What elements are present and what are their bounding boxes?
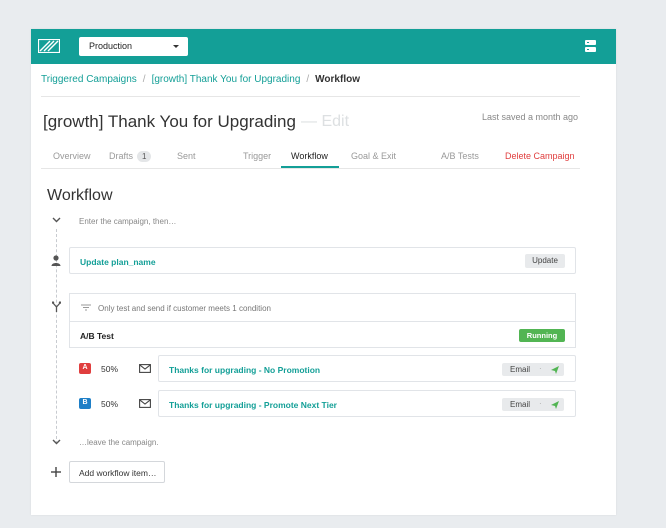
breadcrumb-link-triggered-campaigns[interactable]: Triggered Campaigns <box>41 74 137 85</box>
variant-a-email-type: Email · <box>502 363 564 376</box>
filter-icon <box>81 304 91 311</box>
chevron-down-icon[interactable] <box>52 217 61 223</box>
divider <box>41 96 580 97</box>
update-attribute-step[interactable]: Update plan_name Update <box>69 247 576 274</box>
plus-icon[interactable] <box>51 467 61 477</box>
separator-dot: · <box>539 399 542 408</box>
tab-ab-tests[interactable]: A/B Tests <box>441 151 479 161</box>
running-status-badge: Running <box>519 329 565 342</box>
breadcrumb-separator: / <box>306 74 310 85</box>
breadcrumb-link-campaign[interactable]: [growth] Thank You for Upgrading <box>152 74 301 85</box>
ab-test-header[interactable]: A/B Test Running <box>69 321 576 348</box>
server-icon[interactable] <box>585 40 596 52</box>
update-button[interactable]: Update <box>525 254 565 268</box>
envelope-icon <box>139 399 151 408</box>
environment-select[interactable]: Production <box>79 37 188 56</box>
chevron-down-icon[interactable] <box>52 439 61 445</box>
environment-select-value: Production <box>89 41 133 51</box>
workflow-heading: Workflow <box>47 187 113 204</box>
tab-workflow[interactable]: Workflow <box>291 151 328 161</box>
split-icon <box>52 301 61 312</box>
caret-down-icon <box>173 45 179 48</box>
update-attribute-link[interactable]: Update plan_name <box>80 257 156 267</box>
separator-dot: · <box>539 364 542 373</box>
top-bar: Production <box>31 29 616 64</box>
ab-test-condition-text: Only test and send if customer meets 1 c… <box>98 304 271 313</box>
ab-test-label: A/B Test <box>80 331 114 341</box>
tab-trigger[interactable]: Trigger <box>243 151 271 161</box>
variant-a-email-link[interactable]: Thanks for upgrading - No Promotion <box>169 365 320 375</box>
tab-drafts[interactable]: Drafts 1 <box>109 151 152 162</box>
tab-goal-exit[interactable]: Goal & Exit <box>351 151 396 161</box>
variant-b-email-link[interactable]: Thanks for upgrading - Promote Next Tier <box>169 400 337 410</box>
breadcrumb-separator: / <box>142 74 146 85</box>
variant-a-email-card[interactable]: Thanks for upgrading - No Promotion Emai… <box>158 355 576 382</box>
drafts-count-badge: 1 <box>137 151 152 162</box>
tab-sent[interactable]: Sent <box>177 151 196 161</box>
person-icon <box>51 255 61 266</box>
delete-campaign-link[interactable]: Delete Campaign <box>505 151 575 161</box>
variant-a-percent: 50% <box>101 364 119 374</box>
breadcrumb-current: Workflow <box>315 74 360 85</box>
app-window: Production Triggered Campaigns / [growth] … <box>31 29 616 515</box>
variant-a-badge: A <box>79 363 91 374</box>
tab-drafts-label: Drafts <box>109 151 134 161</box>
leave-campaign-text: …leave the campaign. <box>79 438 159 447</box>
envelope-icon <box>139 364 151 373</box>
page-title: [growth] Thank You for Upgrading <box>43 112 296 131</box>
email-type-label: Email <box>510 400 531 409</box>
tab-overview[interactable]: Overview <box>53 151 91 161</box>
variant-b-email-type: Email · <box>502 398 564 411</box>
breadcrumb: Triggered Campaigns / [growth] Thank You f… <box>41 74 360 85</box>
sent-plane-icon <box>551 401 559 409</box>
add-workflow-item-button[interactable]: Add workflow item… <box>69 461 165 483</box>
email-type-label: Email <box>510 365 531 374</box>
divider <box>41 168 580 169</box>
logo-icon[interactable] <box>38 39 60 53</box>
sent-plane-icon <box>551 366 559 374</box>
variant-b-percent: 50% <box>101 399 119 409</box>
variant-b-email-card[interactable]: Thanks for upgrading - Promote Next Tier… <box>158 390 576 417</box>
ab-test-filter-row[interactable]: Only test and send if customer meets 1 c… <box>69 293 576 321</box>
variant-b-badge: B <box>79 398 91 409</box>
last-saved-text: Last saved a month ago <box>482 112 579 122</box>
enter-campaign-text: Enter the campaign, then… <box>79 217 177 226</box>
edit-title-link[interactable]: — Edit <box>301 113 349 131</box>
